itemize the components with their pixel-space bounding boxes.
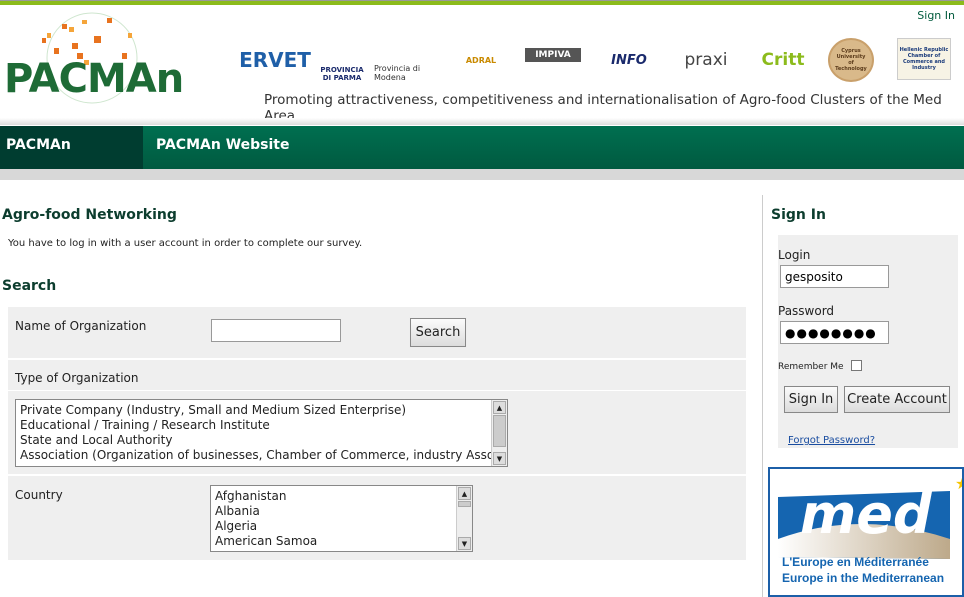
list-option[interactable]: American Samoa — [215, 534, 472, 549]
list-option[interactable]: Association (Organization of businesses,… — [20, 448, 507, 463]
partner-logo-critt: Critt — [761, 50, 805, 70]
svg-text:★: ★ — [955, 474, 964, 493]
scroll-up-icon[interactable]: ▲ — [458, 487, 471, 500]
partner-logo-info: INFO — [611, 52, 647, 68]
scroll-down-icon[interactable]: ▼ — [493, 452, 506, 465]
sign-in-link[interactable]: Sign In — [917, 9, 955, 22]
intro-text: You have to log in with a user account i… — [8, 238, 363, 249]
forgot-password-link[interactable]: Forgot Password? — [788, 435, 875, 446]
organization-type-list[interactable]: Private Company (Industry, Small and Med… — [15, 399, 508, 467]
login-input[interactable] — [780, 265, 889, 288]
search-title: Search — [2, 278, 57, 294]
type-label-row: Type of Organization — [8, 360, 746, 390]
partner-logo-adral: ADRAL — [465, 55, 497, 65]
partner-logo-impiva: IMPIVA — [525, 48, 581, 62]
org-name-input[interactable] — [211, 319, 341, 342]
country-row: Country Afghanistan Albania Algeria Amer… — [8, 476, 746, 560]
list-option[interactable]: Private Company (Industry, Small and Med… — [20, 403, 507, 418]
chamber-commerce-text: Hellenic Republic Chamber of Commerce an… — [899, 47, 949, 71]
partner-logo-chamber-commerce: Hellenic Republic Chamber of Commerce an… — [897, 38, 951, 80]
med-word: med — [800, 483, 932, 546]
sign-in-button[interactable]: Sign In — [784, 386, 838, 413]
scroll-up-icon[interactable]: ▲ — [493, 401, 506, 414]
header-divider — [0, 118, 964, 125]
partner-logo-praxi: praxi — [684, 50, 728, 70]
password-input[interactable] — [780, 321, 889, 344]
cyprus-university-text: Cyprus University of Technology — [835, 48, 867, 72]
list-option[interactable]: State and Local Authority — [20, 433, 507, 448]
tab-pacman-database[interactable]: PACMAn Database — [0, 126, 143, 191]
scroll-thumb[interactable] — [458, 501, 471, 507]
sign-in-title: Sign In — [771, 207, 826, 223]
list-option[interactable]: Afghanistan — [215, 489, 472, 504]
org-name-row: Name of Organization Search — [8, 307, 746, 358]
list-option[interactable]: Educational / Training / Research Instit… — [20, 418, 507, 433]
country-list[interactable]: Afghanistan Albania Algeria American Sam… — [210, 485, 473, 552]
partner-logo-cyprus-university: Cyprus University of Technology — [828, 38, 874, 82]
partner-logo-modena: Provincia di Modena — [374, 64, 421, 82]
list-option[interactable]: Albania — [215, 504, 472, 519]
org-name-label: Name of Organization — [15, 319, 147, 333]
partner-logo-ervet: ERVET — [239, 48, 311, 72]
list-option[interactable]: Algeria — [215, 519, 472, 534]
search-button[interactable]: Search — [410, 318, 466, 347]
pacman-logo[interactable]: PACMAn — [2, 8, 186, 118]
med-programme-logo[interactable]: ★ med L'Europe en Méditerranée Europe in… — [768, 467, 964, 597]
logo-text: PACMAn — [4, 56, 184, 102]
scroll-down-icon[interactable]: ▼ — [458, 537, 471, 550]
country-label: Country — [15, 488, 63, 502]
sign-in-form: Login Password Remember Me Sign In Creat… — [778, 235, 958, 448]
remember-me-checkbox[interactable] — [851, 360, 862, 371]
nav-divider — [0, 169, 964, 180]
type-list-row: Private Company (Industry, Small and Med… — [8, 391, 746, 474]
scroll-thumb[interactable] — [493, 415, 506, 447]
login-label: Login — [778, 248, 811, 262]
create-account-button[interactable]: Create Account — [844, 386, 950, 413]
type-label: Type of Organization — [15, 371, 139, 385]
tab-pacman-website[interactable]: PACMAn Website — [150, 126, 295, 169]
partner-logo-parma: PROVINCIA DI PARMA — [320, 66, 364, 82]
med-line-fr: L'Europe en Méditerranée — [782, 555, 929, 569]
med-line-en: Europe in the Mediterranean — [782, 571, 945, 585]
scrollbar[interactable]: ▲ ▼ — [456, 486, 472, 551]
top-accent-bar — [0, 0, 964, 5]
scrollbar[interactable]: ▲ ▼ — [491, 400, 507, 466]
remember-me-label: Remember Me — [778, 362, 844, 372]
main-nav: PACMAn Database PACMAn Website — [0, 126, 964, 191]
password-label: Password — [778, 304, 835, 318]
page-title: Agro-food Networking — [2, 207, 177, 223]
